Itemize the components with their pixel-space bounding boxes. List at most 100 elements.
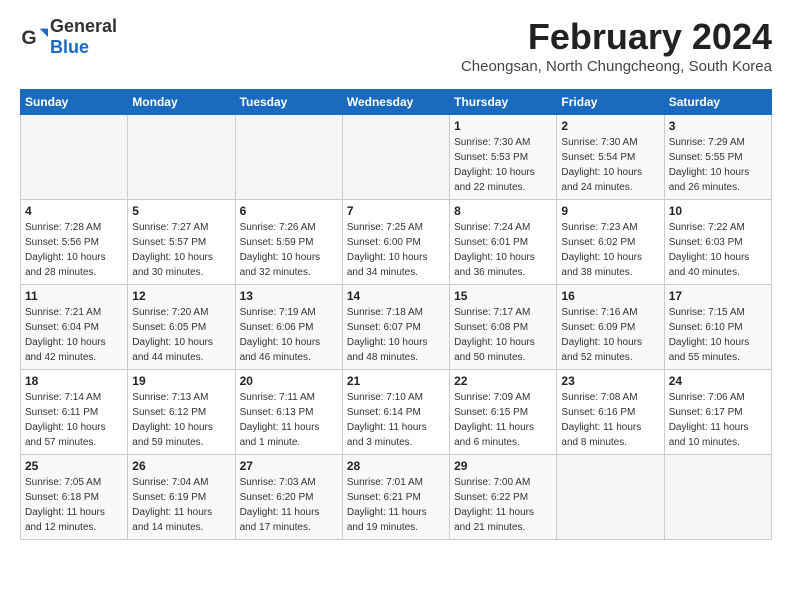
week-row-4: 18Sunrise: 7:14 AM Sunset: 6:11 PM Dayli…: [21, 370, 772, 455]
day-number: 15: [454, 289, 552, 303]
day-info: Sunrise: 7:13 AM Sunset: 6:12 PM Dayligh…: [132, 390, 230, 450]
day-info: Sunrise: 7:18 AM Sunset: 6:07 PM Dayligh…: [347, 305, 445, 365]
day-number: 28: [347, 459, 445, 473]
day-number: 22: [454, 374, 552, 388]
day-info: Sunrise: 7:01 AM Sunset: 6:21 PM Dayligh…: [347, 475, 445, 535]
calendar-cell: 28 Sunrise: 7:01 AM Sunset: 6:21 PM Dayli…: [342, 455, 449, 540]
day-number: 17: [669, 289, 767, 303]
calendar-cell: 17 Sunrise: 7:15 AM Sunset: 6:10 PM Dayli…: [664, 285, 771, 370]
day-info: Sunrise: 7:22 AM Sunset: 6:03 PM Dayligh…: [669, 220, 767, 280]
day-header-sunday: Sunday: [21, 90, 128, 115]
svg-text:G: G: [21, 27, 36, 49]
week-row-3: 11 Sunrise: 7:21 AM Sunset: 6:04 PM Dayli…: [21, 285, 772, 370]
day-info: Sunrise: 7:19 AM Sunset: 6:06 PM Dayligh…: [240, 305, 338, 365]
day-number: 13: [240, 289, 338, 303]
day-number: 6: [240, 204, 338, 218]
calendar-cell: [342, 115, 449, 200]
day-number: 11: [25, 289, 123, 303]
logo-text-general: General: [50, 16, 117, 36]
calendar-cell: 8Sunrise: 7:24 AM Sunset: 6:01 PM Daylig…: [450, 200, 557, 285]
day-info: Sunrise: 7:27 AM Sunset: 5:57 PM Dayligh…: [132, 220, 230, 280]
day-info: Sunrise: 7:17 AM Sunset: 6:08 PM Dayligh…: [454, 305, 552, 365]
calendar-cell: 21 Sunrise: 7:10 AM Sunset: 6:14 PM Dayli…: [342, 370, 449, 455]
calendar-cell: 25 Sunrise: 7:05 AM Sunset: 6:18 PM Dayli…: [21, 455, 128, 540]
day-number: 24: [669, 374, 767, 388]
calendar-cell: [557, 455, 664, 540]
day-info: Sunrise: 7:04 AM Sunset: 6:19 PM Dayligh…: [132, 475, 230, 535]
calendar-cell: 22 Sunrise: 7:09 AM Sunset: 6:15 PM Dayli…: [450, 370, 557, 455]
logo-icon: G: [20, 23, 48, 51]
calendar-cell: 10 Sunrise: 7:22 AM Sunset: 6:03 PM Dayli…: [664, 200, 771, 285]
logo-text-blue: Blue: [50, 37, 89, 57]
day-header-wednesday: Wednesday: [342, 90, 449, 115]
calendar-cell: 5 Sunrise: 7:27 AM Sunset: 5:57 PM Daylig…: [128, 200, 235, 285]
calendar-cell: 7 Sunrise: 7:25 AM Sunset: 6:00 PM Daylig…: [342, 200, 449, 285]
day-number: 16: [561, 289, 659, 303]
day-number: 18: [25, 374, 123, 388]
calendar-cell: 4 Sunrise: 7:28 AM Sunset: 5:56 PM Daylig…: [21, 200, 128, 285]
calendar-cell: 15 Sunrise: 7:17 AM Sunset: 6:08 PM Dayli…: [450, 285, 557, 370]
day-info: Sunrise: 7:30 AM Sunset: 5:54 PM Dayligh…: [561, 135, 659, 195]
calendar-cell: 23 Sunrise: 7:08 AM Sunset: 6:16 PM Dayli…: [557, 370, 664, 455]
calendar-cell: 2Sunrise: 7:30 AM Sunset: 5:54 PM Daylig…: [557, 115, 664, 200]
day-number: 12: [132, 289, 230, 303]
day-number: 4: [25, 204, 123, 218]
title-block: February 2024 Cheongsan, North Chungcheo…: [461, 16, 772, 85]
day-number: 27: [240, 459, 338, 473]
day-number: 26: [132, 459, 230, 473]
day-number: 21: [347, 374, 445, 388]
week-row-1: 1Sunrise: 7:30 AM Sunset: 5:53 PM Daylig…: [21, 115, 772, 200]
day-number: 14: [347, 289, 445, 303]
day-info: Sunrise: 7:20 AM Sunset: 6:05 PM Dayligh…: [132, 305, 230, 365]
day-info: Sunrise: 7:10 AM Sunset: 6:14 PM Dayligh…: [347, 390, 445, 450]
day-number: 25: [25, 459, 123, 473]
week-row-5: 25 Sunrise: 7:05 AM Sunset: 6:18 PM Dayli…: [21, 455, 772, 540]
calendar-cell: 27 Sunrise: 7:03 AM Sunset: 6:20 PM Dayli…: [235, 455, 342, 540]
day-info: Sunrise: 7:25 AM Sunset: 6:00 PM Dayligh…: [347, 220, 445, 280]
day-info: Sunrise: 7:16 AM Sunset: 6:09 PM Dayligh…: [561, 305, 659, 365]
day-info: Sunrise: 7:28 AM Sunset: 5:56 PM Dayligh…: [25, 220, 123, 280]
calendar-header: SundayMondayTuesdayWednesdayThursdayFrid…: [21, 90, 772, 115]
calendar-cell: [21, 115, 128, 200]
day-info: Sunrise: 7:21 AM Sunset: 6:04 PM Dayligh…: [25, 305, 123, 365]
day-header-monday: Monday: [128, 90, 235, 115]
location-subtitle: Cheongsan, North Chungcheong, South Kore…: [461, 58, 772, 75]
day-info: Sunrise: 7:09 AM Sunset: 6:15 PM Dayligh…: [454, 390, 552, 450]
day-number: 23: [561, 374, 659, 388]
day-header-tuesday: Tuesday: [235, 90, 342, 115]
day-info: Sunrise: 7:08 AM Sunset: 6:16 PM Dayligh…: [561, 390, 659, 450]
day-number: 7: [347, 204, 445, 218]
day-info: Sunrise: 7:11 AM Sunset: 6:13 PM Dayligh…: [240, 390, 338, 450]
day-info: Sunrise: 7:15 AM Sunset: 6:10 PM Dayligh…: [669, 305, 767, 365]
calendar-cell: 16 Sunrise: 7:16 AM Sunset: 6:09 PM Dayli…: [557, 285, 664, 370]
calendar-cell: 9Sunrise: 7:23 AM Sunset: 6:02 PM Daylig…: [557, 200, 664, 285]
day-number: 3: [669, 119, 767, 133]
day-info: Sunrise: 7:26 AM Sunset: 5:59 PM Dayligh…: [240, 220, 338, 280]
calendar-cell: 24 Sunrise: 7:06 AM Sunset: 6:17 PM Dayli…: [664, 370, 771, 455]
calendar-cell: 11 Sunrise: 7:21 AM Sunset: 6:04 PM Dayli…: [21, 285, 128, 370]
calendar-cell: [128, 115, 235, 200]
day-number: 10: [669, 204, 767, 218]
calendar-cell: 3 Sunrise: 7:29 AM Sunset: 5:55 PM Daylig…: [664, 115, 771, 200]
day-info: Sunrise: 7:29 AM Sunset: 5:55 PM Dayligh…: [669, 135, 767, 195]
day-info: Sunrise: 7:05 AM Sunset: 6:18 PM Dayligh…: [25, 475, 123, 535]
day-header-friday: Friday: [557, 90, 664, 115]
calendar-cell: [664, 455, 771, 540]
calendar-cell: 6 Sunrise: 7:26 AM Sunset: 5:59 PM Daylig…: [235, 200, 342, 285]
calendar-cell: 12 Sunrise: 7:20 AM Sunset: 6:05 PM Dayli…: [128, 285, 235, 370]
calendar-cell: 19Sunrise: 7:13 AM Sunset: 6:12 PM Dayli…: [128, 370, 235, 455]
calendar-cell: [235, 115, 342, 200]
day-number: 20: [240, 374, 338, 388]
day-number: 8: [454, 204, 552, 218]
calendar-cell: 20 Sunrise: 7:11 AM Sunset: 6:13 PM Dayli…: [235, 370, 342, 455]
calendar-cell: 26 Sunrise: 7:04 AM Sunset: 6:19 PM Dayli…: [128, 455, 235, 540]
page-header: G General Blue February 2024 Cheongsan, …: [20, 16, 772, 85]
day-info: Sunrise: 7:06 AM Sunset: 6:17 PM Dayligh…: [669, 390, 767, 450]
day-number: 5: [132, 204, 230, 218]
day-info: Sunrise: 7:03 AM Sunset: 6:20 PM Dayligh…: [240, 475, 338, 535]
day-number: 9: [561, 204, 659, 218]
day-number: 1: [454, 119, 552, 133]
calendar-cell: 29Sunrise: 7:00 AM Sunset: 6:22 PM Dayli…: [450, 455, 557, 540]
day-header-saturday: Saturday: [664, 90, 771, 115]
day-number: 29: [454, 459, 552, 473]
